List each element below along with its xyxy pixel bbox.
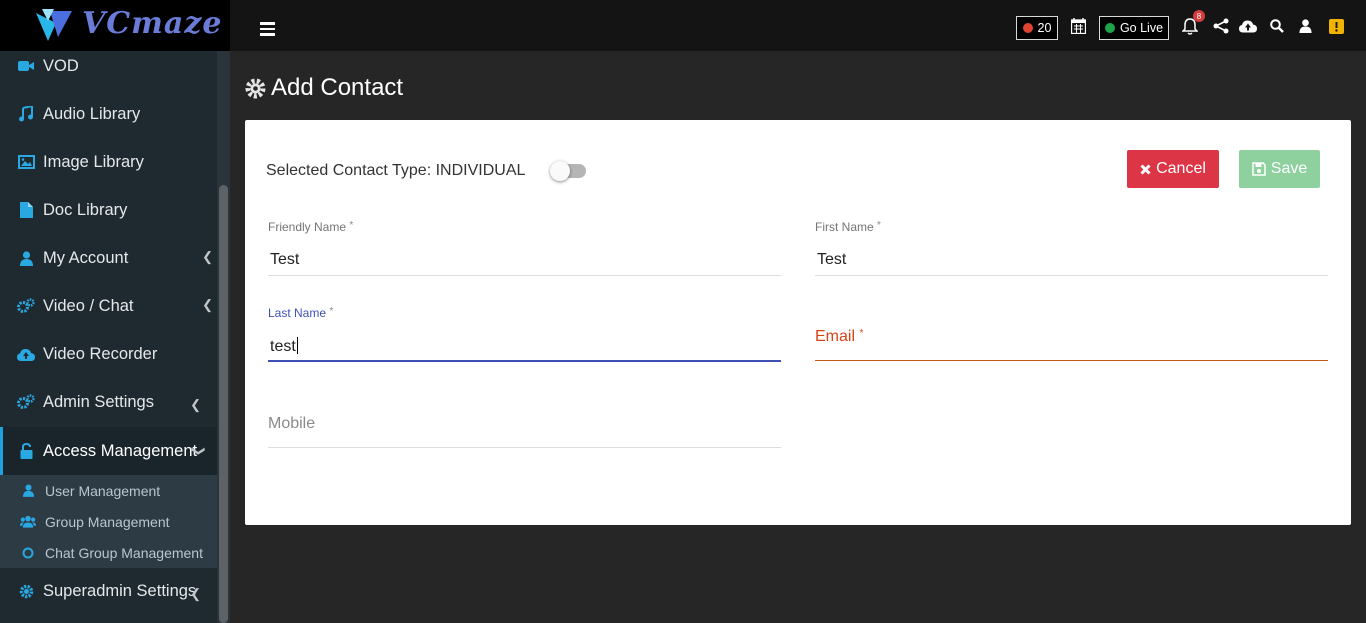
circle-icon: [20, 545, 36, 561]
email-label: Email *: [815, 328, 864, 345]
mobile-underline: [268, 447, 781, 448]
sidebar-item-superadmin-settings[interactable]: Superadmin Settings ❮: [0, 567, 217, 615]
record-dot-icon: [1022, 23, 1033, 33]
search-icon[interactable]: [1268, 17, 1286, 35]
sidebar-item-audio-library[interactable]: Audio Library: [0, 90, 217, 138]
last-name-field[interactable]: Last Name * test: [268, 306, 781, 362]
sidebar-item-video-recorder[interactable]: Video Recorder: [0, 330, 217, 378]
save-label: Save: [1270, 160, 1308, 177]
add-contact-form: Selected Contact Type: INDIVIDUAL Cancel…: [245, 120, 1351, 525]
hamburger-menu-icon[interactable]: [260, 22, 275, 39]
email-field[interactable]: Email *: [815, 306, 1328, 362]
sidebar: VCmaze VOD Audio Library Image Library D…: [0, 0, 230, 623]
sidebar-item-label: Access Management: [43, 441, 198, 460]
sidebar-item-label: Admin Settings: [43, 392, 154, 411]
sidebar-item-vod[interactable]: VOD: [0, 42, 217, 90]
gears-icon: [17, 297, 35, 315]
cancel-button[interactable]: Cancel: [1127, 150, 1219, 188]
sidebar-item-image-library[interactable]: Image Library: [0, 138, 217, 186]
sidebar-item-label: Image Library: [43, 152, 144, 171]
sidebar-item-label: Video Recorder: [43, 344, 158, 363]
sidebar-item-admin-settings[interactable]: Admin Settings ❮: [0, 378, 217, 426]
document-icon: [17, 201, 35, 219]
sidebar-item-doc-library[interactable]: Doc Library: [0, 186, 217, 234]
notification-count-badge: 8: [1193, 10, 1205, 22]
contact-type-label: Selected Contact Type: INDIVIDUAL: [266, 162, 526, 179]
sidebar-item-access-management[interactable]: Access Management ❮: [0, 427, 217, 475]
friendly-name-field[interactable]: Friendly Name * Test: [268, 220, 781, 276]
users-icon: [20, 514, 36, 530]
sidebar-item-label: Audio Library: [43, 104, 141, 123]
recording-count-badge[interactable]: 20: [1016, 16, 1058, 40]
gear-icon: [17, 582, 35, 600]
chevron-left-icon: ❮: [190, 586, 201, 601]
email-underline: [815, 360, 1328, 361]
sidebar-item-label: Superadmin Settings: [43, 581, 197, 600]
submenu-item-label: Chat Group Management: [45, 544, 203, 561]
chevron-left-icon: ❮: [190, 397, 201, 412]
logo-mark-icon: [36, 9, 72, 41]
first-name-label: First Name *: [815, 220, 881, 234]
last-name-underline: [268, 360, 781, 362]
friendly-name-label: Friendly Name *: [268, 220, 354, 234]
sidebar-item-video-chat[interactable]: Video / Chat ❮: [0, 282, 217, 330]
music-note-icon: [17, 105, 35, 123]
top-bar: 20 Go Live 8: [230, 0, 1366, 51]
contact-type-toggle[interactable]: [550, 161, 586, 181]
recording-count: 20: [1037, 21, 1052, 35]
floppy-disk-icon: [1252, 162, 1266, 176]
sidebar-item-label: VOD: [43, 56, 79, 75]
cancel-label: Cancel: [1156, 160, 1206, 177]
submenu-item-chat-group-management[interactable]: Chat Group Management: [0, 537, 217, 568]
last-name-label: Last Name *: [268, 306, 334, 320]
alert-icon[interactable]: [1327, 17, 1345, 35]
first-name-field[interactable]: First Name * Test: [815, 220, 1328, 276]
gears-icon: [17, 393, 35, 411]
go-live-button[interactable]: Go Live: [1099, 16, 1169, 40]
live-dot-icon: [1104, 23, 1115, 33]
save-button[interactable]: Save: [1239, 150, 1320, 188]
submenu-item-label: User Management: [45, 482, 161, 499]
user-icon: [17, 249, 35, 267]
cloud-upload-icon: [17, 345, 35, 363]
user-icon: [20, 483, 36, 499]
mobile-field[interactable]: Mobile: [268, 410, 781, 448]
calendar-icon[interactable]: [1069, 17, 1087, 35]
chevron-left-icon: ❮: [202, 297, 213, 312]
brand-name: VCmaze: [82, 6, 223, 41]
submenu-item-user-management[interactable]: User Management: [0, 475, 217, 506]
share-icon[interactable]: [1212, 17, 1230, 35]
gear-icon: [245, 78, 266, 98]
go-live-label: Go Live: [1119, 21, 1164, 35]
submenu-item-label: Group Management: [45, 513, 170, 530]
text-caret: [296, 337, 298, 354]
friendly-name-underline: [268, 275, 781, 276]
submenu-item-group-management[interactable]: Group Management: [0, 506, 217, 537]
access-management-submenu: User Management Group Management Chat Gr…: [0, 475, 217, 568]
cloud-upload-icon[interactable]: [1239, 17, 1257, 35]
chevron-down-icon: ❮: [189, 445, 205, 457]
mobile-label: Mobile: [268, 415, 316, 432]
first-name-underline: [815, 275, 1328, 276]
image-icon: [17, 153, 35, 171]
friendly-name-input[interactable]: Test: [270, 251, 299, 269]
chevron-left-icon: ❮: [202, 249, 213, 264]
last-name-input[interactable]: test: [270, 337, 298, 356]
sidebar-item-label: Video / Chat: [43, 296, 134, 315]
video-camera-icon: [17, 57, 35, 75]
page-title: Add Contact: [245, 74, 403, 102]
sidebar-item-label: Doc Library: [43, 200, 128, 219]
page-title-text: Add Contact: [271, 74, 404, 101]
close-icon: [1140, 163, 1151, 175]
user-icon[interactable]: [1296, 17, 1314, 35]
first-name-input[interactable]: Test: [817, 251, 846, 269]
unlock-icon: [17, 442, 35, 460]
sidebar-item-my-account[interactable]: My Account ❮: [0, 234, 217, 282]
sidebar-scroll-thumb[interactable]: [219, 185, 228, 623]
sidebar-item-label: My Account: [43, 248, 129, 267]
